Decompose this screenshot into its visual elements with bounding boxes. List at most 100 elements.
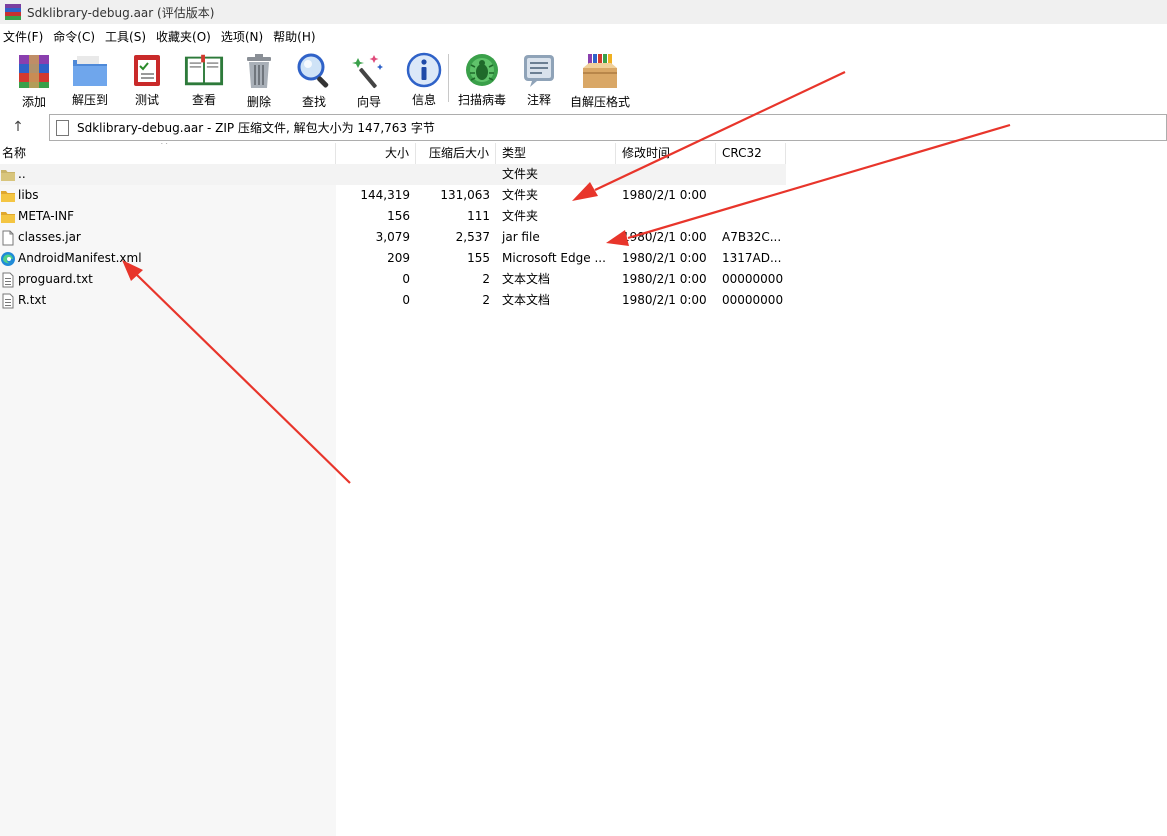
file-type: Microsoft Edge ...	[502, 251, 606, 265]
list-item-meta-inf[interactable]: META-INF 156 111 文件夹	[0, 206, 786, 227]
trash-icon	[239, 52, 279, 90]
column-header-name[interactable]: ^ 名称	[0, 143, 336, 164]
virus-scan-label: 扫描病毒	[457, 93, 506, 107]
file-name: R.txt	[18, 293, 47, 307]
file-packed-size: 111	[467, 209, 490, 223]
file-type: jar file	[502, 230, 540, 244]
folder-icon	[0, 188, 16, 204]
address-bar[interactable]: Sdklibrary-debug.aar - ZIP 压缩文件, 解包大小为 1…	[49, 114, 1167, 141]
file-name: proguard.txt	[18, 272, 93, 286]
column-header-row: ^ 名称 大小 压缩后大小 类型 修改时间 CRC32	[0, 143, 786, 164]
file-size: 0	[402, 272, 410, 286]
view-button[interactable]: 查看	[182, 48, 226, 108]
file-modified: 1980/2/1 0:00	[622, 293, 707, 307]
file-crc: 1317AD...	[722, 251, 782, 265]
file-packed-size: 2	[482, 293, 490, 307]
file-type: 文本文档	[502, 272, 551, 286]
menu-bar: 文件(F) 命令(C) 工具(S) 收藏夹(O) 选项(N) 帮助(H)	[0, 26, 323, 46]
file-type: 文件夹	[502, 188, 539, 202]
file-crc: 00000000	[722, 272, 784, 286]
edge-icon	[0, 251, 16, 267]
file-size: 209	[387, 251, 410, 265]
list-item-parent[interactable]: .. 文件夹	[0, 164, 786, 185]
file-packed-size: 2,537	[455, 230, 490, 244]
sort-ascending-icon: ^	[160, 143, 169, 151]
virus-scan-icon	[462, 52, 502, 88]
list-item-android-manifest[interactable]: AndroidManifest.xml 209 155 Microsoft Ed…	[0, 248, 786, 269]
file-modified	[616, 206, 716, 227]
file-crc	[716, 185, 786, 206]
file-packed-size	[416, 164, 496, 185]
delete-button[interactable]: 删除	[239, 48, 279, 109]
file-crc: A7B32C...	[722, 230, 782, 244]
text-file-icon	[0, 293, 16, 309]
sfx-label: 自解压格式	[569, 95, 630, 109]
list-item-r-txt[interactable]: R.txt 0 2 文本文档 1980/2/1 0:00 00000000	[0, 290, 786, 311]
winrar-app-icon	[5, 4, 21, 20]
file-modified: 1980/2/1 0:00	[622, 188, 707, 202]
list-item-proguard[interactable]: proguard.txt 0 2 文本文档 1980/2/1 0:00 0000…	[0, 269, 786, 290]
menu-options[interactable]: 选项(N)	[218, 28, 270, 45]
menu-commands[interactable]: 命令(C)	[50, 28, 102, 45]
folder-icon	[0, 209, 16, 225]
menu-tools[interactable]: 工具(S)	[102, 28, 153, 45]
file-crc	[716, 206, 786, 227]
window-title: Sdklibrary-debug.aar (评估版本)	[27, 5, 215, 20]
add-archive-icon	[14, 52, 54, 90]
file-crc	[716, 164, 786, 185]
file-size	[336, 164, 416, 185]
find-label: 查找	[301, 95, 326, 109]
sfx-button[interactable]: 自解压格式	[569, 48, 631, 109]
test-label: 测试	[134, 93, 159, 107]
extract-to-icon	[70, 52, 110, 88]
add-button[interactable]: 添加	[14, 48, 54, 109]
menu-favorites[interactable]: 收藏夹(O)	[153, 28, 218, 45]
file-list: ^ 名称 大小 压缩后大小 类型 修改时间 CRC32 .. 文件夹 libs …	[0, 143, 786, 311]
menu-help[interactable]: 帮助(H)	[270, 28, 322, 45]
column-header-name-label: 名称	[2, 146, 27, 160]
extract-to-button[interactable]: 解压到	[68, 48, 112, 108]
file-type: 文件夹	[502, 167, 539, 181]
file-icon	[0, 230, 16, 246]
info-button[interactable]: 信息	[406, 48, 442, 108]
file-size: 156	[387, 209, 410, 223]
file-type: 文件夹	[502, 209, 539, 223]
wizard-button[interactable]: 向导	[349, 48, 389, 109]
text-file-icon	[0, 272, 16, 288]
toolbar: 添加 解压到 测试 查看 删除 查找 向导 信息 扫描病毒 注释 自解压格式	[0, 48, 1167, 110]
parent-folder-icon	[0, 167, 16, 183]
address-text: Sdklibrary-debug.aar - ZIP 压缩文件, 解包大小为 1…	[77, 121, 435, 135]
delete-label: 删除	[246, 95, 271, 109]
test-button[interactable]: 测试	[129, 48, 165, 108]
virus-scan-button[interactable]: 扫描病毒	[457, 48, 507, 108]
wizard-icon	[349, 52, 389, 90]
file-name: classes.jar	[18, 230, 81, 244]
menu-file[interactable]: 文件(F)	[0, 28, 50, 45]
extract-to-label: 解压到	[71, 93, 108, 107]
file-modified	[616, 164, 716, 185]
comment-label: 注释	[526, 93, 551, 107]
find-button[interactable]: 查找	[296, 48, 332, 109]
file-name: AndroidManifest.xml	[18, 251, 142, 265]
archive-file-icon	[56, 119, 69, 136]
file-modified: 1980/2/1 0:00	[622, 251, 707, 265]
comment-icon	[519, 52, 559, 88]
file-size: 0	[402, 293, 410, 307]
column-header-modified[interactable]: 修改时间	[616, 143, 716, 164]
column-header-packed[interactable]: 压缩后大小	[416, 143, 496, 164]
sfx-box-icon	[580, 52, 620, 90]
file-size: 3,079	[375, 230, 410, 244]
column-header-size[interactable]: 大小	[336, 143, 416, 164]
file-packed-size: 2	[482, 272, 490, 286]
file-modified: 1980/2/1 0:00	[622, 230, 707, 244]
column-header-type[interactable]: 类型	[496, 143, 616, 164]
file-type: 文本文档	[502, 293, 551, 307]
up-arrow-icon[interactable]: ↑	[8, 117, 28, 137]
file-name: libs	[18, 188, 39, 202]
comment-button[interactable]: 注释	[521, 48, 557, 108]
list-item-classes-jar[interactable]: classes.jar 3,079 2,537 jar file 1980/2/…	[0, 227, 786, 248]
toolbar-separator	[448, 54, 449, 102]
list-item-libs[interactable]: libs 144,319 131,063 文件夹 1980/2/1 0:00	[0, 185, 786, 206]
column-header-crc[interactable]: CRC32	[716, 143, 786, 164]
info-icon	[404, 52, 444, 88]
